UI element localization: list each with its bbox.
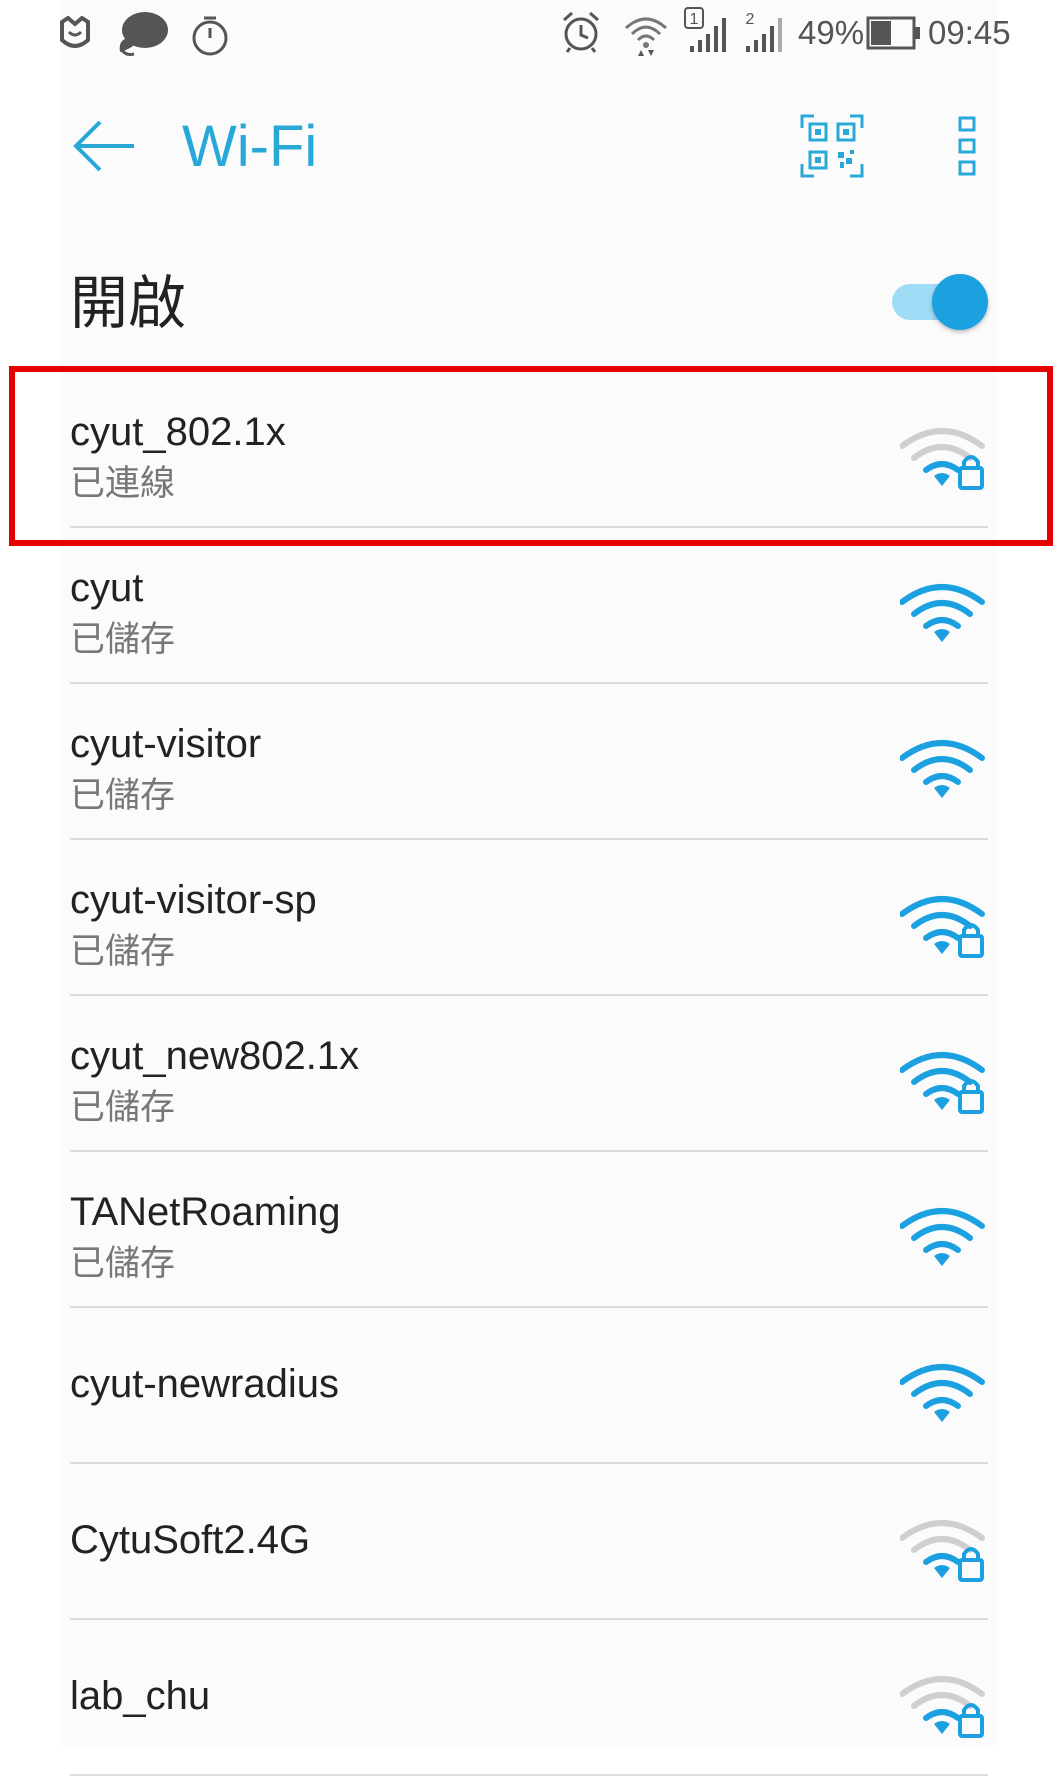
back-button[interactable] xyxy=(70,116,140,176)
network-ssid: CytuSoft2.4G xyxy=(70,1518,311,1562)
wifi-lock-icon xyxy=(900,896,985,958)
mi-home-icon xyxy=(60,16,90,48)
wifi-toggle-label: 開啟 xyxy=(70,269,187,337)
arrow-left-icon xyxy=(73,120,134,172)
svg-text:2: 2 xyxy=(746,11,755,28)
network-status: 已儲存 xyxy=(70,776,176,816)
network-item-1[interactable]: cyut 已儲存 xyxy=(0,528,1058,684)
network-item-6[interactable]: cyut-newradius xyxy=(0,1308,1058,1464)
network-ssid: cyut-visitor-sp xyxy=(70,878,317,922)
network-status: 已儲存 xyxy=(70,620,176,660)
alarm-icon xyxy=(563,11,599,53)
network-status: 已儲存 xyxy=(70,932,176,972)
wifi-signal-icon xyxy=(900,1208,985,1266)
network-ssid: TANetRoaming xyxy=(70,1190,341,1234)
clock: 09:45 xyxy=(928,14,1011,51)
battery-icon xyxy=(866,16,920,50)
wifi-lock-icon xyxy=(900,1052,985,1114)
network-ssid: lab_chu xyxy=(70,1674,211,1718)
network-list: cyut_802.1x 已連線 cyut 已儲存 cyut-visitor 已儲… xyxy=(0,372,1058,1776)
sim1-signal-icon: 1 xyxy=(684,7,726,52)
wifi-lock-icon xyxy=(900,1520,985,1582)
network-item-7[interactable]: CytuSoft2.4G xyxy=(0,1464,1058,1620)
stopwatch-icon xyxy=(192,16,228,56)
wifi-lock-icon xyxy=(900,1676,985,1738)
wifi-lock-icon xyxy=(900,428,985,490)
more-vertical-icon xyxy=(958,116,976,176)
network-ssid: cyut-visitor xyxy=(70,722,262,766)
network-ssid: cyut xyxy=(70,566,144,610)
network-ssid: cyut_802.1x xyxy=(70,410,286,454)
network-status: 已連線 xyxy=(70,464,176,504)
qr-code-button[interactable] xyxy=(800,114,864,178)
network-item-0[interactable]: cyut_802.1x 已連線 xyxy=(0,372,1058,528)
wifi-signal-icon xyxy=(900,584,985,642)
chat-bubble-icon xyxy=(119,12,168,56)
network-item-5[interactable]: TANetRoaming 已儲存 xyxy=(0,1152,1058,1308)
network-item-3[interactable]: cyut-visitor-sp 已儲存 xyxy=(0,840,1058,996)
wifi-status-icon xyxy=(624,17,668,56)
wifi-signal-icon xyxy=(900,740,985,798)
wifi-toggle-switch[interactable] xyxy=(890,272,990,332)
page-title: Wi-Fi xyxy=(182,114,318,179)
network-status: 已儲存 xyxy=(70,1088,176,1128)
network-ssid: cyut_new802.1x xyxy=(70,1034,360,1078)
battery-percent: 49% xyxy=(798,14,865,51)
network-item-8[interactable]: lab_chu xyxy=(0,1620,1058,1776)
network-status: 已儲存 xyxy=(70,1244,176,1284)
wifi-signal-icon xyxy=(900,1364,985,1422)
more-options-button[interactable] xyxy=(950,114,984,180)
toggle-thumb xyxy=(932,274,988,330)
network-item-2[interactable]: cyut-visitor 已儲存 xyxy=(0,684,1058,840)
network-item-4[interactable]: cyut_new802.1x 已儲存 xyxy=(0,996,1058,1152)
status-bar: 1 2 49% 09:45 xyxy=(0,0,1058,70)
network-ssid: cyut-newradius xyxy=(70,1362,340,1406)
qr-code-icon xyxy=(800,114,864,178)
sim2-signal-icon: 2 xyxy=(746,11,782,52)
svg-text:1: 1 xyxy=(690,11,699,28)
